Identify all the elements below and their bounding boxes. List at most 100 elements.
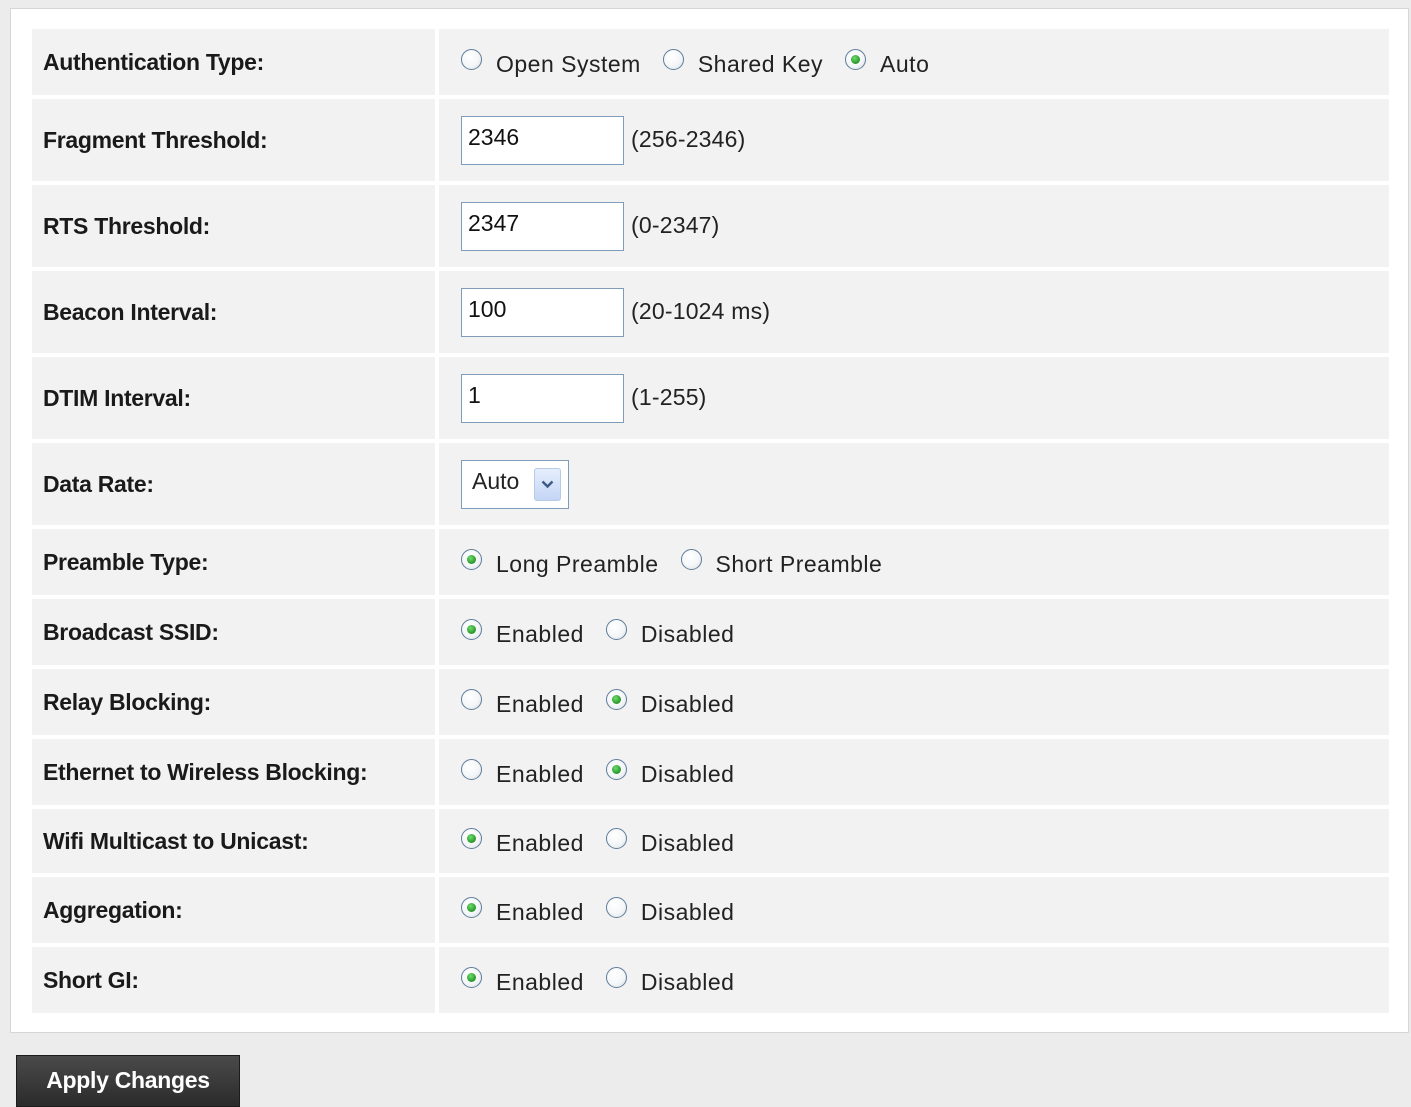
setting-label: Aggregation:	[32, 877, 435, 943]
setting-label: RTS Threshold:	[32, 185, 435, 267]
radio-option-disabled[interactable]: Disabled	[605, 896, 735, 926]
setting-label: DTIM Interval:	[32, 357, 435, 439]
radio-option-enabled[interactable]: Enabled	[461, 966, 584, 996]
radio-unchecked-icon[interactable]	[605, 618, 627, 640]
apply-changes-button[interactable]: Apply Changes	[16, 1055, 240, 1107]
radio-option-disabled[interactable]: Disabled	[605, 618, 735, 648]
setting-value-cell: (0-2347)	[439, 185, 1389, 267]
radio-checked-icon[interactable]	[605, 758, 627, 780]
select-value: Auto	[472, 467, 520, 494]
radio-option-label: Enabled	[496, 898, 584, 925]
radio-checked-icon[interactable]	[461, 966, 482, 988]
setting-value-cell: Auto	[439, 443, 1389, 525]
setting-value-cell: Open System Shared Key Auto	[439, 29, 1389, 95]
radio-option-label: Disabled	[640, 829, 735, 856]
radio-unchecked-icon[interactable]	[605, 827, 627, 849]
setting-value-cell: Enabled Disabled	[439, 739, 1389, 805]
radio-option-label: Long Preamble	[496, 550, 659, 577]
radio-option-label: Open System	[496, 50, 641, 77]
range-hint: (256-2346)	[631, 125, 746, 152]
setting-value-cell: Enabled Disabled	[439, 809, 1389, 873]
setting-label: Beacon Interval:	[32, 271, 435, 353]
radio-option-enabled[interactable]: Enabled	[461, 688, 584, 718]
radio-unchecked-icon[interactable]	[680, 548, 702, 570]
beacon-interval-input[interactable]	[461, 287, 624, 337]
range-hint: (0-2347)	[631, 211, 720, 238]
rts-threshold-input[interactable]	[461, 201, 624, 251]
radio-option-label: Enabled	[496, 690, 584, 717]
radio-unchecked-icon[interactable]	[605, 966, 627, 988]
setting-row-aggregation: Aggregation: Enabled Disabled	[32, 877, 1389, 943]
radio-option-enabled[interactable]: Enabled	[461, 618, 584, 648]
setting-row-rts-threshold: RTS Threshold: (0-2347)	[32, 185, 1389, 267]
radio-option-disabled[interactable]: Disabled	[605, 827, 735, 857]
dtim-interval-input[interactable]	[461, 373, 624, 423]
setting-row-broadcast-ssid: Broadcast SSID: Enabled Disabled	[32, 599, 1389, 665]
setting-value-cell: Long Preamble Short Preamble	[439, 529, 1389, 595]
fragment-threshold-input[interactable]	[461, 115, 624, 165]
radio-unchecked-icon[interactable]	[662, 48, 684, 70]
radio-checked-icon[interactable]	[845, 48, 867, 70]
setting-label: Authentication Type:	[32, 29, 435, 95]
setting-label: Wifi Multicast to Unicast:	[32, 809, 435, 873]
setting-label: Short GI:	[32, 947, 435, 1013]
setting-row-fragment-threshold: Fragment Threshold: (256-2346)	[32, 99, 1389, 181]
radio-unchecked-icon[interactable]	[461, 758, 482, 780]
radio-option-label: Disabled	[640, 620, 735, 647]
radio-option-label: Disabled	[640, 968, 735, 995]
radio-option-disabled[interactable]: Disabled	[605, 758, 735, 788]
setting-row-data-rate: Data Rate: Auto	[32, 443, 1389, 525]
radio-option-label: Disabled	[640, 690, 735, 717]
radio-option-enabled[interactable]: Enabled	[461, 758, 584, 788]
radio-unchecked-icon[interactable]	[605, 896, 627, 918]
range-hint: (20-1024 ms)	[631, 297, 771, 324]
radio-option-label: Enabled	[496, 760, 584, 787]
radio-option-short-preamble[interactable]: Short Preamble	[680, 548, 883, 578]
setting-value-cell: (1-255)	[439, 357, 1389, 439]
setting-value-cell: (256-2346)	[439, 99, 1389, 181]
radio-option-shared-key[interactable]: Shared Key	[662, 48, 824, 78]
setting-row-short-gi: Short GI: Enabled Disabled	[32, 947, 1389, 1013]
settings-panel: Authentication Type: Open System Shared Ke…	[10, 8, 1409, 1033]
radio-option-label: Disabled	[640, 760, 735, 787]
radio-checked-icon[interactable]	[461, 896, 482, 918]
settings-table: Authentication Type: Open System Shared Ke…	[32, 29, 1389, 1013]
setting-label: Fragment Threshold:	[32, 99, 435, 181]
radio-unchecked-icon[interactable]	[461, 48, 482, 70]
setting-value-cell: (20-1024 ms)	[439, 271, 1389, 353]
range-hint: (1-255)	[631, 383, 707, 410]
setting-row-preamble-type: Preamble Type: Long Preamble Short Preambl…	[32, 529, 1389, 595]
setting-value-cell: Enabled Disabled	[439, 947, 1389, 1013]
radio-checked-icon[interactable]	[461, 548, 482, 570]
radio-option-label: Enabled	[496, 968, 584, 995]
data-rate-select[interactable]: Auto	[461, 459, 569, 509]
radio-option-label: Shared Key	[697, 50, 824, 77]
radio-checked-icon[interactable]	[461, 827, 482, 849]
radio-option-enabled[interactable]: Enabled	[461, 896, 584, 926]
radio-option-auto[interactable]: Auto	[845, 48, 930, 78]
radio-option-disabled[interactable]: Disabled	[605, 688, 735, 718]
setting-value-cell: Enabled Disabled	[439, 599, 1389, 665]
setting-value-cell: Enabled Disabled	[439, 877, 1389, 943]
radio-unchecked-icon[interactable]	[461, 688, 482, 710]
setting-row-dtim-interval: DTIM Interval: (1-255)	[32, 357, 1389, 439]
radio-option-label: Disabled	[640, 898, 735, 925]
setting-label: Preamble Type:	[32, 529, 435, 595]
radio-option-long-preamble[interactable]: Long Preamble	[461, 548, 659, 578]
radio-option-disabled[interactable]: Disabled	[605, 966, 735, 996]
setting-label: Relay Blocking:	[32, 669, 435, 735]
radio-option-label: Enabled	[496, 620, 584, 647]
radio-checked-icon[interactable]	[605, 688, 627, 710]
radio-option-enabled[interactable]: Enabled	[461, 827, 584, 857]
radio-option-label: Auto	[880, 50, 930, 77]
setting-row-authentication-type: Authentication Type: Open System Shared Ke…	[32, 29, 1389, 95]
radio-option-open-system[interactable]: Open System	[461, 48, 641, 78]
setting-row-wifi-multicast-to-unicast: Wifi Multicast to Unicast: Enabled Disable…	[32, 809, 1389, 873]
setting-row-beacon-interval: Beacon Interval: (20-1024 ms)	[32, 271, 1389, 353]
setting-label: Broadcast SSID:	[32, 599, 435, 665]
chevron-down-icon[interactable]	[534, 467, 561, 501]
radio-checked-icon[interactable]	[461, 618, 482, 640]
setting-row-ethernet-to-wireless-blocking: Ethernet to Wireless Blocking: Enabled Dis…	[32, 739, 1389, 805]
setting-row-relay-blocking: Relay Blocking: Enabled Disabled	[32, 669, 1389, 735]
setting-label: Data Rate:	[32, 443, 435, 525]
